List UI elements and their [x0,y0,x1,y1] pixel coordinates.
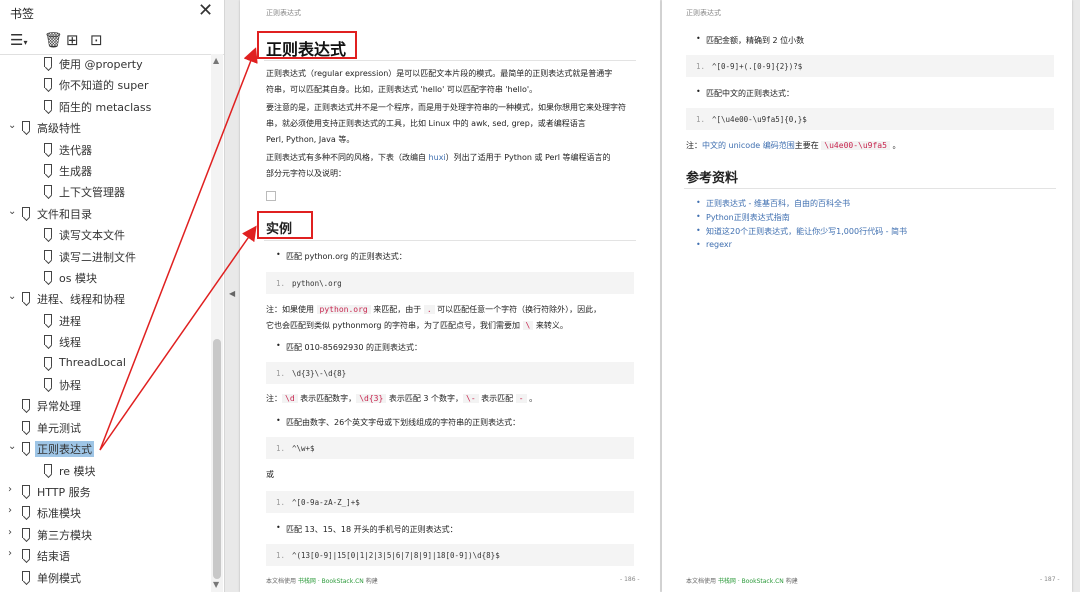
annotation-arrows [99,47,258,451]
annotation-arrow-title [99,47,258,451]
annotation-arrow-section [99,225,257,451]
